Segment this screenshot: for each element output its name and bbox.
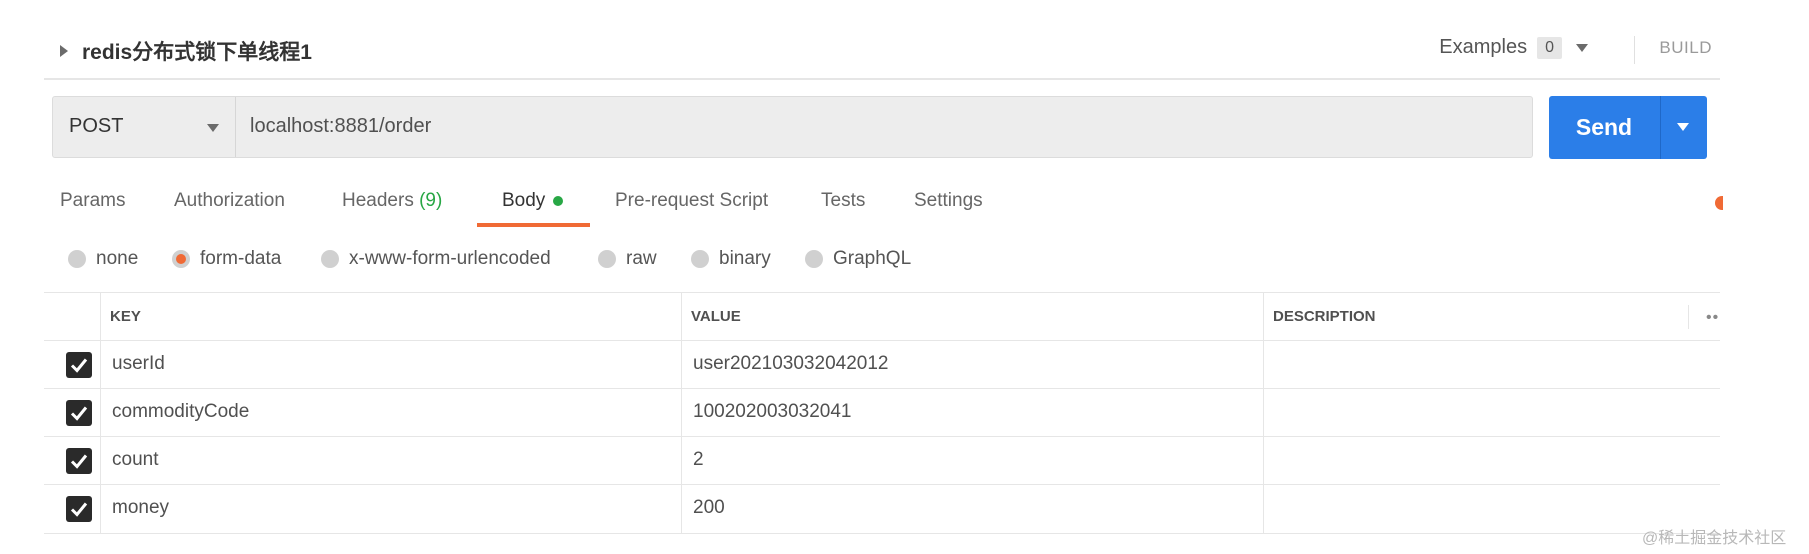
tab-body-label: Body (502, 190, 546, 211)
column-divider (100, 389, 101, 437)
more-options-icon[interactable]: •• (1706, 309, 1719, 327)
radio-selected-icon[interactable] (172, 250, 190, 268)
table-row: money 200 (44, 484, 1720, 534)
key-cell[interactable]: money (112, 497, 169, 519)
request-title: redis分布式锁下单线程1 (82, 41, 312, 64)
method-label: POST (69, 115, 124, 137)
column-divider (1263, 389, 1264, 437)
tab-headers[interactable]: Headers (9) (342, 190, 442, 212)
checkmark-icon (70, 358, 88, 373)
checkmark-icon (70, 502, 88, 517)
row-checkbox[interactable] (66, 448, 92, 474)
column-divider (1688, 305, 1689, 329)
value-column-header: VALUE (691, 308, 741, 325)
table-row: userId user202103032042012 (44, 340, 1720, 389)
column-divider (1263, 485, 1264, 533)
send-label: Send (1575, 114, 1633, 140)
table-row: count 2 (44, 436, 1720, 485)
cookies-indicator-icon (1715, 196, 1723, 210)
examples-label: Examples (1439, 36, 1528, 58)
tab-headers-label: Headers (342, 190, 414, 211)
send-split-divider (1660, 96, 1661, 159)
build-button[interactable]: BUILD (1659, 38, 1712, 58)
request-name[interactable]: redis分布式锁下单线程1 (60, 36, 312, 66)
column-divider (681, 293, 682, 341)
table-header-row: KEY VALUE DESCRIPTION •• (44, 292, 1720, 341)
request-header: redis分布式锁下单线程1 Examples 0 BUILD (44, 22, 1720, 80)
radio-raw[interactable]: raw (598, 248, 657, 270)
radio-circle-icon[interactable] (321, 250, 339, 268)
value-cell[interactable]: user202103032042012 (693, 353, 888, 375)
description-column-header: DESCRIPTION (1273, 308, 1376, 325)
column-divider (100, 485, 101, 533)
radio-x-www-form-urlencoded[interactable]: x-www-form-urlencoded (321, 248, 551, 270)
row-checkbox[interactable] (66, 400, 92, 426)
examples-dropdown[interactable]: Examples 0 (1439, 36, 1588, 59)
column-divider (681, 389, 682, 437)
radio-label: none (96, 248, 139, 269)
radio-circle-icon[interactable] (691, 250, 709, 268)
radio-none[interactable]: none (68, 248, 138, 270)
column-divider (1263, 293, 1264, 341)
tab-tests[interactable]: Tests (821, 190, 865, 212)
value-cell[interactable]: 100202003032041 (693, 401, 852, 423)
url-input[interactable]: localhost:8881/order (250, 115, 431, 138)
radio-label: form-data (200, 248, 282, 269)
send-button[interactable]: Send (1549, 96, 1707, 159)
checkmark-icon (70, 454, 88, 469)
headers-count-badge: (9) (419, 190, 443, 211)
chevron-down-icon[interactable] (207, 124, 219, 132)
tab-settings[interactable]: Settings (914, 190, 983, 212)
radio-label: binary (719, 248, 771, 269)
watermark-text: @稀土掘金技术社区 (1642, 530, 1787, 547)
examples-count-badge: 0 (1537, 36, 1562, 59)
table-row: commodityCode 100202003032041 (44, 388, 1720, 437)
tab-params[interactable]: Params (60, 190, 125, 212)
column-divider (1263, 341, 1264, 389)
chevron-down-icon[interactable] (1576, 43, 1588, 52)
radio-form-data[interactable]: form-data (172, 248, 281, 270)
method-select[interactable]: POST (53, 97, 236, 157)
expand-caret-icon[interactable] (60, 45, 68, 57)
radio-label: raw (626, 248, 657, 269)
tab-pre-request-script[interactable]: Pre-request Script (615, 190, 768, 212)
tab-authorization[interactable]: Authorization (174, 190, 285, 212)
radio-label: GraphQL (833, 248, 912, 269)
column-divider (681, 485, 682, 533)
key-cell[interactable]: userId (112, 353, 165, 375)
column-divider (681, 437, 682, 485)
row-checkbox[interactable] (66, 496, 92, 522)
active-tab-indicator (477, 223, 590, 227)
checkmark-icon (70, 406, 88, 421)
value-cell[interactable]: 2 (693, 449, 704, 471)
url-bar: POST localhost:8881/order (52, 96, 1533, 158)
key-cell[interactable]: count (112, 449, 158, 471)
radio-circle-icon[interactable] (68, 250, 86, 268)
body-active-dot-icon (553, 195, 564, 206)
column-divider (1263, 437, 1264, 485)
key-column-header: KEY (110, 308, 141, 325)
column-divider (681, 341, 682, 389)
column-divider (100, 437, 101, 485)
column-divider (100, 341, 101, 389)
radio-circle-icon[interactable] (598, 250, 616, 268)
row-checkbox[interactable] (66, 352, 92, 378)
radio-binary[interactable]: binary (691, 248, 771, 270)
radio-label: x-www-form-urlencoded (349, 248, 551, 269)
value-cell[interactable]: 200 (693, 497, 725, 519)
tab-body[interactable]: Body (502, 190, 564, 212)
radio-circle-icon[interactable] (805, 250, 823, 268)
column-divider (100, 293, 101, 341)
key-cell[interactable]: commodityCode (112, 401, 249, 423)
radio-graphql[interactable]: GraphQL (805, 248, 911, 270)
divider (1634, 36, 1635, 64)
send-options-chevron-icon[interactable] (1677, 123, 1689, 131)
